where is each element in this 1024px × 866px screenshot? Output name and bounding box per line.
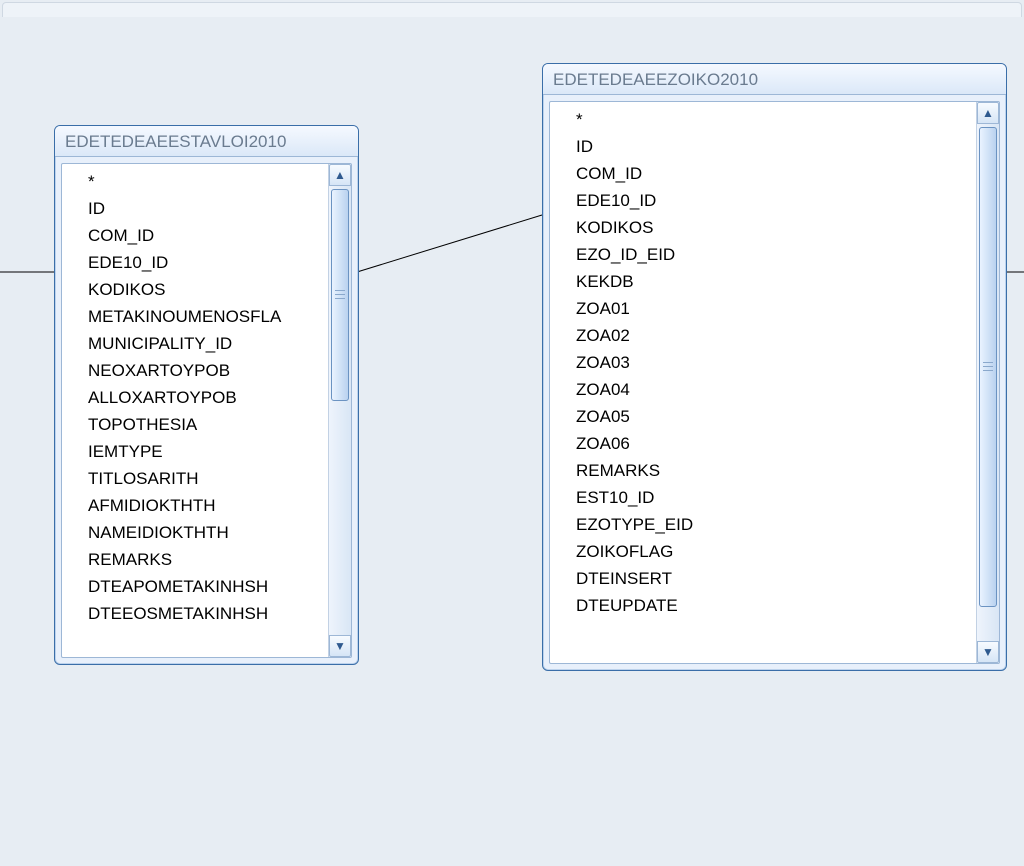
column-item[interactable]: DTEEOSMETAKINHSH xyxy=(88,600,322,627)
column-item[interactable]: TITLOSARITH xyxy=(88,465,322,492)
column-item[interactable]: ZOIKOFLAG xyxy=(576,538,970,565)
scroll-thumb[interactable] xyxy=(979,127,997,607)
column-item[interactable]: ZOA06 xyxy=(576,430,970,457)
column-item[interactable]: TOPOTHESIA xyxy=(88,411,322,438)
column-item[interactable]: DTEINSERT xyxy=(576,565,970,592)
column-list[interactable]: * ID COM_ID EDE10_ID KODIKOS EZO_ID_EID … xyxy=(550,102,976,663)
column-item[interactable]: EZOTYPE_EID xyxy=(576,511,970,538)
table-edetedeaeezoiko2010[interactable]: EDETEDEAEEZOIKO2010 * ID COM_ID EDE10_ID… xyxy=(542,63,1007,671)
scrollbar[interactable]: ▲ ▼ xyxy=(328,164,351,657)
column-item[interactable]: ALLOXARTOYPOB xyxy=(88,384,322,411)
column-list[interactable]: * ID COM_ID EDE10_ID KODIKOS METAKINOUME… xyxy=(62,164,328,657)
column-item[interactable]: DTEUPDATE xyxy=(576,592,970,619)
scroll-down-arrow-icon[interactable]: ▼ xyxy=(329,635,351,657)
column-item[interactable]: EZO_ID_EID xyxy=(576,241,970,268)
column-item[interactable]: ZOA04 xyxy=(576,376,970,403)
column-item[interactable]: * xyxy=(576,106,970,133)
column-item[interactable]: ZOA05 xyxy=(576,403,970,430)
column-item[interactable]: DTEAPOMETAKINHSH xyxy=(88,573,322,600)
table-body: * ID COM_ID EDE10_ID KODIKOS METAKINOUME… xyxy=(61,163,352,658)
column-item[interactable]: COM_ID xyxy=(88,222,322,249)
column-item[interactable]: KEKDB xyxy=(576,268,970,295)
column-item[interactable]: ID xyxy=(576,133,970,160)
column-item[interactable]: NAMEIDIOKTHTH xyxy=(88,519,322,546)
scroll-thumb[interactable] xyxy=(331,189,349,401)
column-item[interactable]: AFMIDIOKTHTH xyxy=(88,492,322,519)
column-item[interactable]: REMARKS xyxy=(576,457,970,484)
table-title[interactable]: EDETEDEAEESTAVLOI2010 xyxy=(55,126,358,157)
column-item[interactable]: METAKINOUMENOSFLA xyxy=(88,303,322,330)
scroll-down-arrow-icon[interactable]: ▼ xyxy=(977,641,999,663)
scrollbar[interactable]: ▲ ▼ xyxy=(976,102,999,663)
column-item[interactable]: KODIKOS xyxy=(88,276,322,303)
column-item[interactable]: KODIKOS xyxy=(576,214,970,241)
column-item[interactable]: IEMTYPE xyxy=(88,438,322,465)
column-item[interactable]: NEOXARTOYPOB xyxy=(88,357,322,384)
column-item[interactable]: EDE10_ID xyxy=(88,249,322,276)
scroll-up-arrow-icon[interactable]: ▲ xyxy=(977,102,999,124)
column-item[interactable]: ZOA01 xyxy=(576,295,970,322)
column-item[interactable]: MUNICIPALITY_ID xyxy=(88,330,322,357)
table-body: * ID COM_ID EDE10_ID KODIKOS EZO_ID_EID … xyxy=(549,101,1000,664)
designer-frame-top xyxy=(2,2,1022,17)
column-item[interactable]: REMARKS xyxy=(88,546,322,573)
column-item[interactable]: * xyxy=(88,168,322,195)
scroll-up-arrow-icon[interactable]: ▲ xyxy=(329,164,351,186)
column-item[interactable]: EDE10_ID xyxy=(576,187,970,214)
column-item[interactable]: EST10_ID xyxy=(576,484,970,511)
column-item[interactable]: COM_ID xyxy=(576,160,970,187)
column-item[interactable]: ID xyxy=(88,195,322,222)
column-item[interactable]: ZOA02 xyxy=(576,322,970,349)
table-edetedeaeestavloi2010[interactable]: EDETEDEAEESTAVLOI2010 * ID COM_ID EDE10_… xyxy=(54,125,359,665)
table-title[interactable]: EDETEDEAEEZOIKO2010 xyxy=(543,64,1006,95)
column-item[interactable]: ZOA03 xyxy=(576,349,970,376)
